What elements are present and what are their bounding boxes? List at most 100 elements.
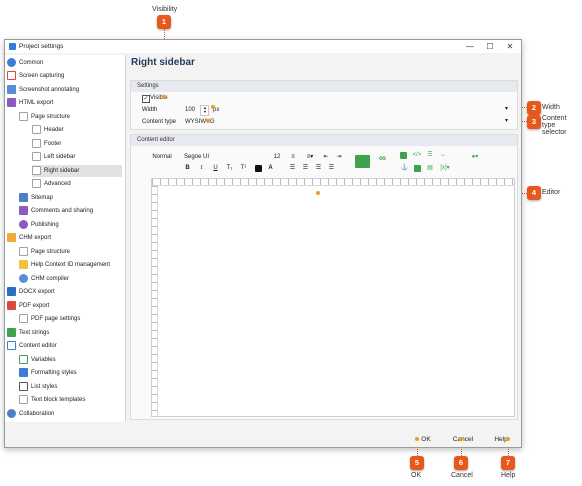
insert-separator-icon[interactable]: ↔ [438, 151, 448, 160]
sidebar-item-content-editor[interactable]: Content editor [7, 340, 57, 352]
sidebar-item-variables[interactable]: Variables [19, 354, 56, 366]
screen-capture-icon [7, 70, 16, 80]
html-export-icon [7, 97, 16, 107]
sidebar-item-help-context-id[interactable]: Help Context ID management [19, 259, 110, 271]
window-title: Project settings [19, 43, 64, 50]
title-bar: Project settings — ☐ ✕ [5, 40, 521, 53]
help-button[interactable]: Help [485, 433, 517, 447]
sidebar-item-chm-compiler[interactable]: CHM compiler [19, 273, 69, 285]
sidebar-item-screenshot-annotating[interactable]: Screenshot annotating [7, 84, 79, 96]
callout-label-help: Help [501, 472, 516, 479]
outdent-icon[interactable]: ⇤ [321, 153, 331, 162]
sidebar-item-publishing[interactable]: Publishing [19, 219, 59, 231]
bullet-list-icon[interactable]: ≡ [288, 153, 298, 162]
italic-icon[interactable]: I [197, 164, 206, 173]
callout-target-5 [415, 437, 419, 441]
sidebar-item-comments-and-sharing[interactable]: Comments and sharing [19, 205, 93, 217]
insert-widget-icon[interactable]: ●▾ [467, 153, 483, 162]
insert-variable-icon[interactable]: [x]▾ [437, 164, 453, 173]
close-button[interactable]: ✕ [501, 40, 519, 53]
sidebar-item-right-sidebar[interactable]: Right sidebar [32, 165, 122, 177]
align-justify-icon[interactable]: ☰ [327, 164, 336, 173]
cancel-button[interactable]: Cancel [447, 433, 479, 447]
insert-text-block-icon[interactable]: ▤ [425, 164, 435, 173]
app-icon [9, 43, 16, 50]
paragraph-style-select[interactable]: Normal [150, 153, 174, 162]
sidebar-item-common[interactable]: Common [7, 57, 43, 69]
insert-table-icon[interactable] [414, 165, 421, 172]
callout-label-content-type-selector: Content type selector [542, 115, 567, 136]
sidebar-item-footer[interactable]: Footer [32, 138, 61, 150]
sidebar-item-formatting-styles[interactable]: Formatting styles [19, 367, 77, 379]
font-family-select[interactable]: Segoe UI [184, 153, 214, 162]
bold-icon[interactable]: B [183, 164, 192, 173]
horizontal-ruler [152, 179, 514, 186]
content-type-select[interactable]: WYSIWYG [182, 117, 508, 128]
callout-target-2 [211, 105, 215, 109]
sidebar-item-page-structure[interactable]: Page structure [19, 111, 70, 123]
callout-label-width: Width [542, 104, 560, 111]
callout-label-visibility: Visibility [152, 6, 178, 13]
chm-export-icon [7, 232, 16, 242]
width-unit-select[interactable]: px [210, 105, 509, 116]
width-input[interactable]: 100 [182, 105, 202, 116]
context-id-icon [19, 259, 28, 269]
callout-target-4 [316, 191, 320, 195]
insert-code-icon[interactable]: </> [412, 151, 422, 160]
numbered-list-icon[interactable]: ≡▾ [303, 153, 317, 162]
align-right-icon[interactable]: ☰ [314, 164, 323, 173]
sidebar-item-text-strings[interactable]: Text strings [7, 327, 49, 339]
sidebar-item-sitemap[interactable]: Sitemap [19, 192, 53, 204]
vertical-ruler [152, 186, 158, 416]
callout-badge-7: 7 [501, 456, 515, 470]
sidebar-item-text-block-templates[interactable]: Text block templates [19, 394, 85, 406]
visible-checkbox[interactable]: ✓ [142, 95, 150, 103]
sidebar-item-pdf-page-settings[interactable]: PDF page settings [19, 313, 80, 325]
insert-link-icon[interactable]: ∞ [375, 154, 390, 164]
content-editor-group: Content editor Normal Segoe UI 12 ≡ ≡▾ ⇤… [130, 134, 518, 420]
sidebar-item-left-sidebar[interactable]: Left sidebar [32, 151, 75, 163]
sidebar-item-header[interactable]: Header [32, 124, 64, 136]
publishing-icon [19, 219, 28, 229]
pdf-page-settings-icon [19, 313, 28, 323]
settings-group: Settings ✓ Visible Width 100 ▲ ▼ px ▾ Con… [130, 80, 518, 130]
anchor-icon[interactable]: ⚓ [400, 164, 409, 173]
formatting-styles-icon [19, 367, 28, 377]
advanced-icon [32, 178, 41, 188]
settings-main-panel: Right sidebar Settings ✓ Visible Width 1… [127, 55, 519, 422]
indent-icon[interactable]: ⇥ [334, 153, 344, 162]
sidebar-item-html-export[interactable]: HTML export [7, 97, 53, 109]
text-color-icon[interactable] [255, 165, 262, 172]
minimize-button[interactable]: — [461, 40, 479, 53]
left-sidebar-icon [32, 151, 41, 161]
width-stepper[interactable]: ▲ ▼ [200, 105, 209, 116]
font-size-select[interactable]: 12 [271, 153, 283, 162]
insert-video-icon[interactable] [400, 152, 407, 159]
insert-snippet-icon[interactable]: ☰ [425, 151, 435, 160]
align-left-icon[interactable]: ☰ [288, 164, 297, 173]
comments-icon [19, 205, 28, 215]
insert-image-icon[interactable] [355, 155, 370, 168]
content-editor-icon [7, 340, 16, 350]
underline-icon[interactable]: U [211, 164, 220, 173]
sidebar-item-list-styles[interactable]: List styles [19, 381, 57, 393]
align-center-icon[interactable]: ☰ [301, 164, 310, 173]
maximize-button[interactable]: ☐ [481, 40, 499, 53]
content-type-label: Content type [142, 119, 177, 125]
highlight-icon[interactable]: A [266, 164, 275, 173]
superscript-icon[interactable]: T¹ [239, 164, 248, 173]
sidebar-item-pdf-export[interactable]: PDF export [7, 300, 49, 312]
editor-content-area[interactable] [151, 178, 515, 417]
sidebar-item-chm-export[interactable]: CHM export [7, 232, 51, 244]
docx-export-icon [7, 286, 16, 296]
right-sidebar-icon [32, 165, 41, 175]
subscript-icon[interactable]: T₁ [225, 164, 234, 173]
sidebar-item-advanced[interactable]: Advanced [32, 178, 71, 190]
sidebar-item-chm-page-structure[interactable]: Page structure [19, 246, 70, 258]
chevron-down-icon: ▾ [505, 118, 509, 124]
settings-group-header: Settings [131, 81, 517, 92]
sidebar-item-collaboration[interactable]: Collaboration [7, 408, 54, 420]
list-styles-icon [19, 381, 28, 391]
sidebar-item-screen-capturing[interactable]: Screen capturing [7, 70, 64, 82]
sidebar-item-docx-export[interactable]: DOCX export [7, 286, 55, 298]
